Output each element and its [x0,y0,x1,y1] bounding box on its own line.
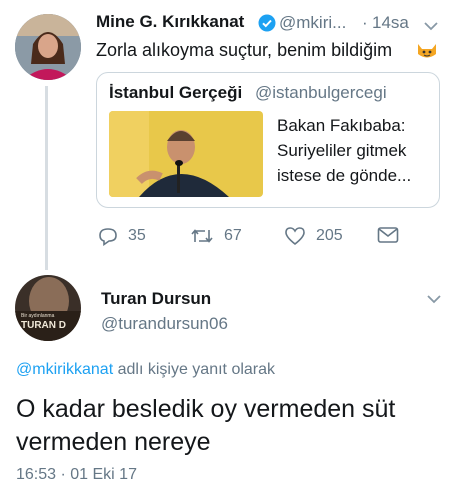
avatar-caption-big: TURAN D [21,320,66,331]
avatar-turan[interactable]: Bir aydınlanma TURAN D [15,275,81,341]
quoted-thumbnail [109,111,263,197]
reply-author-name[interactable]: Turan Dursun [101,289,211,309]
reply-button[interactable]: 35 [98,226,146,246]
quoted-text-line: Bakan Fakıbaba: [277,116,406,135]
verified-badge-icon [258,14,276,37]
like-count: 205 [316,227,343,244]
retweet-icon [191,229,213,243]
reply-text: O kadar besledik oy vermeden süt vermede… [16,393,395,459]
avatar-caption-small: Bir aydınlanma [21,313,55,319]
retweet-button[interactable]: 67 [190,226,242,246]
quoted-text: Bakan Fakıbaba: Suriyeliler gitmek istes… [277,113,411,188]
quoted-author-handle: @istanbulgercegi [255,83,387,102]
heart-icon [285,227,305,246]
chevron-down-icon[interactable] [424,18,438,36]
author-handle[interactable]: @mkiri... [279,13,346,33]
author-name[interactable]: Mine G. Kırıkkanat [96,12,244,32]
tweet-time[interactable]: 14sa [372,13,409,33]
reply-context: @mkirikkanat adlı kişiye yanıt olarak [16,361,275,379]
reply-text-line: vermeden nereye [16,428,211,456]
reply-count: 35 [128,227,146,244]
separator-dot: · [362,13,368,32]
reply-icon [99,228,117,246]
tweet-text: Zorla alıkoyma suçtur, benim bildiğim [96,40,393,60]
thread-connector-line [45,86,48,270]
avatar-mine[interactable] [15,14,81,80]
quoted-author-name: İstanbul Gerçeği [109,83,243,102]
quoted-text-line: Suriyeliler gitmek [277,141,407,160]
reply-to-suffix: adlı kişiye yanıt olarak [117,361,276,378]
reply-author-handle[interactable]: @turandursun06 [101,314,228,334]
envelope-icon [377,227,399,243]
chevron-down-icon[interactable] [427,291,441,309]
reply-to-handle-link[interactable]: @mkirikkanat [16,361,113,378]
reply-timestamp: 16:53 · 01 Eki 17 [16,466,137,483]
reply-text-line: O kadar besledik oy vermeden süt [16,395,396,423]
quoted-tweet-card[interactable]: İstanbul Gerçeği @istanbulgercegi Bakan … [96,72,440,208]
quoted-text-line: istese de gönde... [277,166,412,185]
like-button[interactable]: 205 [284,226,343,246]
direct-message-button[interactable] [377,226,409,244]
retweet-count: 67 [224,227,242,244]
cat-face-emoji-icon [416,40,438,65]
